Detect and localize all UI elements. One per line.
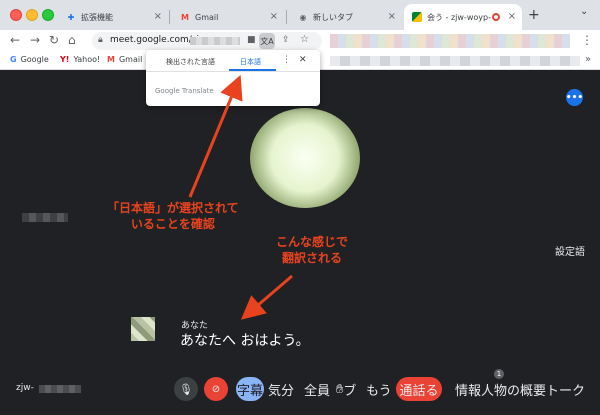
microphone-icon: 🎙︎ <box>179 382 193 396</box>
captions-button[interactable]: 字幕 <box>236 377 264 401</box>
redacted-self-name <box>39 385 81 393</box>
annotation-right: こんな感じで 翻訳される <box>276 234 348 266</box>
meeting-info-bar[interactable]: 情報人物の概要トーク <box>455 377 585 401</box>
arrow-to-caption <box>240 274 293 320</box>
present-label: 全員 <box>304 383 331 399</box>
camera-off-icon: ⊘ <box>211 383 221 395</box>
end-call-button[interactable]: 通話る <box>396 377 442 401</box>
captions-label: 字幕 <box>236 383 263 399</box>
raise-hand-button[interactable]: ✋︎ ブ <box>336 377 356 401</box>
info-label: 情報人物の概要トーク <box>455 383 586 399</box>
annotation-arrows <box>188 74 293 320</box>
arrow-to-japanese-tab <box>188 74 243 198</box>
participants-count-badge: 1 <box>494 369 504 379</box>
self-name: zjw- <box>16 383 34 393</box>
emoji-label: 気分 <box>268 383 295 399</box>
annotation-left: 「日本語」が選択されて いることを確認 <box>107 200 239 232</box>
emoji-reaction-button[interactable]: 気分 <box>268 377 294 401</box>
caption-text: あなたへ おはよう。 <box>180 333 310 349</box>
raise-hand-label: ブ <box>343 383 357 399</box>
microphone-button[interactable]: 🎙︎ <box>174 377 198 401</box>
end-call-label: 通話る <box>399 383 439 399</box>
camera-off-button[interactable]: ⊘ <box>204 377 228 401</box>
present-button[interactable]: 全員 <box>304 377 330 401</box>
more-options-button[interactable]: もう <box>366 377 392 401</box>
annotation-right-line1: こんな感じで <box>276 235 349 249</box>
annotation-left-line1: 「日本語」が選択されて <box>107 201 239 215</box>
more-label: もう <box>366 383 392 399</box>
caption-avatar <box>131 317 155 341</box>
annotation-left-line2: いることを確認 <box>130 217 215 231</box>
annotation-right-line2: 翻訳される <box>282 251 343 265</box>
hand-icon: ✋︎ <box>336 381 344 397</box>
